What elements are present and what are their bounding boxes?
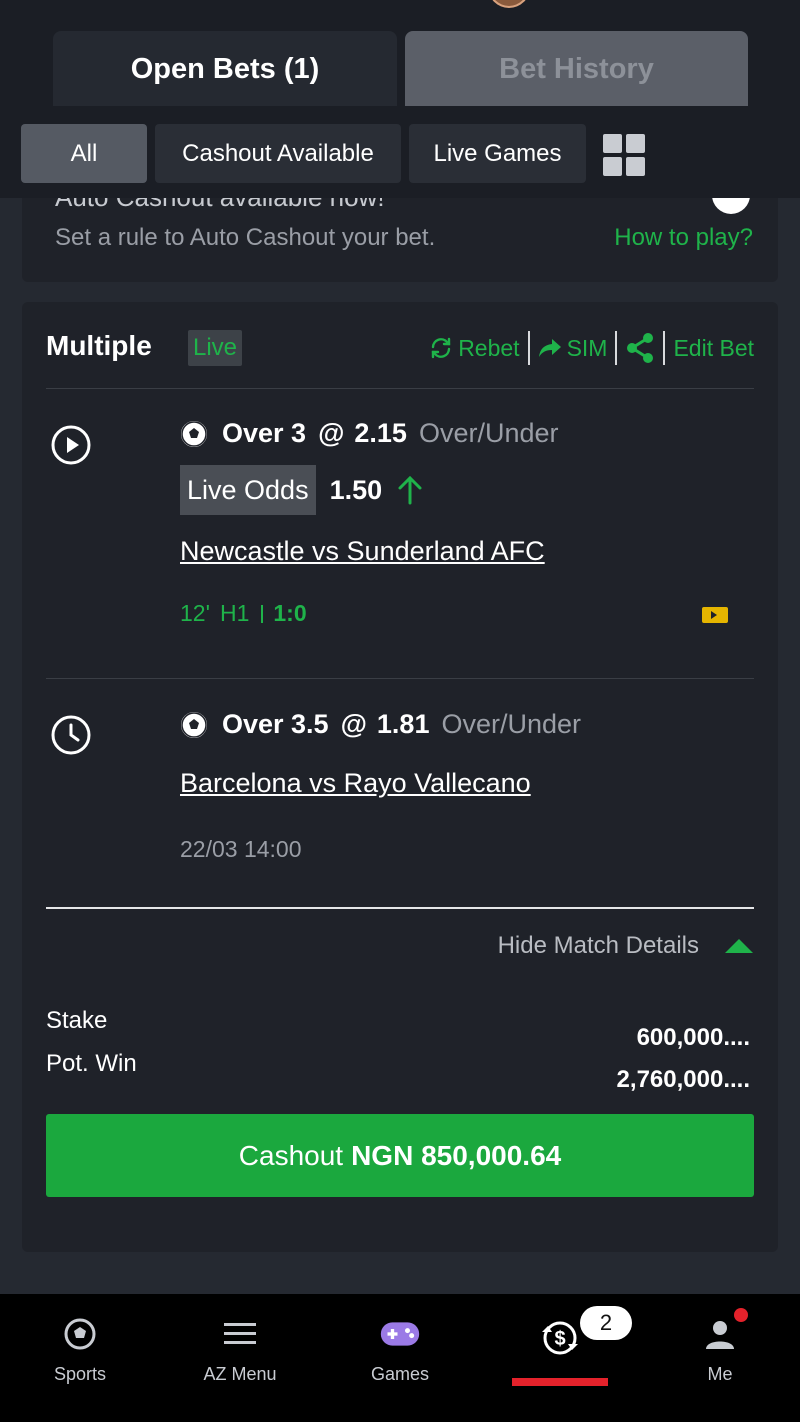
grid-icon[interactable] <box>603 134 645 176</box>
leg-odds: 2.15 <box>354 418 407 448</box>
filter-bar: All Cashout Available Live Games <box>0 106 800 198</box>
nav-az-menu-label: AZ Menu <box>203 1364 277 1384</box>
filter-cashout-available-chip[interactable]: Cashout Available <box>155 124 401 183</box>
tab-bet-history[interactable]: Bet History <box>405 31 748 108</box>
gamepad-icon <box>380 1322 420 1346</box>
nav-az-menu[interactable]: AZ Menu <box>160 1294 320 1422</box>
match-clock: 12' H1 1:0 <box>180 600 307 627</box>
live-stream-icon[interactable] <box>701 606 729 624</box>
match-half: H1 <box>219 600 250 626</box>
nav-games-label: Games <box>370 1364 430 1384</box>
stake-label: Stake <box>46 1007 108 1034</box>
rebet-button[interactable]: Rebet <box>429 334 520 362</box>
live-badge: Live <box>188 330 243 366</box>
live-odds-value: 1.50 <box>329 474 383 505</box>
filter-live-games-chip[interactable]: Live Games <box>409 124 586 183</box>
bet-exchange-icon: $ <box>542 1321 578 1355</box>
menu-icon <box>224 1323 256 1344</box>
auto-cashout-subtitle: Set a rule to Auto Cashout your bet. <box>55 224 436 251</box>
hide-match-details-label: Hide Match Details <box>497 932 699 959</box>
divider <box>615 331 618 365</box>
clock-icon <box>51 715 91 755</box>
leg-odds: 1.81 <box>376 709 430 739</box>
nav-games[interactable]: Games <box>320 1294 480 1422</box>
leg-market: Over/Under <box>418 418 559 448</box>
nav-me-label: Me <box>707 1364 733 1384</box>
divider <box>46 388 754 389</box>
live-odds: Live Odds 1.50 <box>180 465 424 515</box>
pot-win-value: 2,760,000.... <box>616 1066 750 1093</box>
bottom-nav: Sports AZ Menu Games $ 2 Me <box>0 1294 800 1422</box>
leg-market: Over/Under <box>441 709 582 739</box>
tab-open-bets[interactable]: Open Bets (1) <box>53 31 397 108</box>
stake-value: 600,000.... <box>636 1024 750 1051</box>
user-icon <box>706 1321 734 1349</box>
hide-match-details-toggle[interactable]: Hide Match Details <box>498 932 753 960</box>
cashout-button[interactable]: Cashout NGN 850,000.64 <box>46 1114 754 1197</box>
edit-bet-label: Edit Bet <box>673 334 754 361</box>
bets-count-badge: 2 <box>580 1306 632 1340</box>
sim-button[interactable]: SIM <box>538 334 608 362</box>
refresh-icon <box>431 337 451 359</box>
play-icon <box>51 425 91 465</box>
leg-selection: Over 3 @ 2.15 Over/Under <box>180 418 559 449</box>
nav-sports[interactable]: Sports <box>0 1294 160 1422</box>
at-sign: @ <box>318 418 345 448</box>
divider <box>663 331 666 365</box>
leg-selection: Over 3.5 @ 1.81 Over/Under <box>180 709 581 740</box>
avatar[interactable] <box>488 0 530 8</box>
cashout-prefix: Cashout <box>238 1139 344 1171</box>
match-score: 1:0 <box>273 600 307 626</box>
match-minute: 12' <box>180 600 210 626</box>
bet-type-title: Multiple <box>46 330 152 361</box>
soccer-ball-icon <box>64 1318 96 1350</box>
kickoff-time: 22/03 14:00 <box>180 836 302 862</box>
soccer-ball-icon <box>181 420 207 447</box>
share-icon <box>627 333 654 363</box>
close-icon[interactable]: × <box>712 198 750 214</box>
live-odds-label: Live Odds <box>180 465 316 515</box>
divider <box>46 678 754 679</box>
how-to-play-link[interactable]: How to play? <box>614 224 753 252</box>
notification-dot <box>734 1308 748 1322</box>
share-button[interactable] <box>625 332 655 364</box>
match-link[interactable]: Barcelona vs Rayo Vallecano <box>180 768 531 799</box>
leg-selection-name: Over 3.5 <box>222 709 329 739</box>
divider <box>261 604 264 623</box>
active-tab-indicator <box>512 1378 608 1386</box>
divider <box>46 907 754 909</box>
arrow-up-icon <box>398 475 422 505</box>
cashout-amount: NGN 850,000.64 <box>351 1139 562 1171</box>
top-bar: Open Bets (1) Bet History <box>0 0 800 108</box>
match-link[interactable]: Newcastle vs Sunderland AFC <box>180 536 545 567</box>
bet-card: Multiple Live Rebet SIM Edit Bet Over 3 … <box>22 302 778 1252</box>
sim-label: SIM <box>566 334 608 361</box>
share-arrow-icon <box>538 339 561 357</box>
rebet-label: Rebet <box>458 334 520 361</box>
auto-cashout-title: Auto Cashout available now! <box>55 198 385 213</box>
filter-all-chip[interactable]: All <box>21 124 147 183</box>
at-sign: @ <box>340 709 367 739</box>
nav-me[interactable]: Me <box>640 1294 800 1422</box>
caret-up-icon <box>725 939 753 953</box>
edit-bet-button[interactable]: Edit Bet <box>673 335 754 362</box>
svg-text:$: $ <box>554 1328 565 1350</box>
bet-actions: Rebet SIM Edit Bet <box>429 330 754 366</box>
leg-selection-name: Over 3 <box>222 418 307 448</box>
pot-win-label: Pot. Win <box>46 1050 137 1077</box>
nav-sports-label: Sports <box>53 1364 107 1384</box>
auto-cashout-banner: Auto Cashout available now! × Set a rule… <box>22 198 778 282</box>
soccer-ball-icon <box>181 711 207 738</box>
divider <box>527 331 530 365</box>
